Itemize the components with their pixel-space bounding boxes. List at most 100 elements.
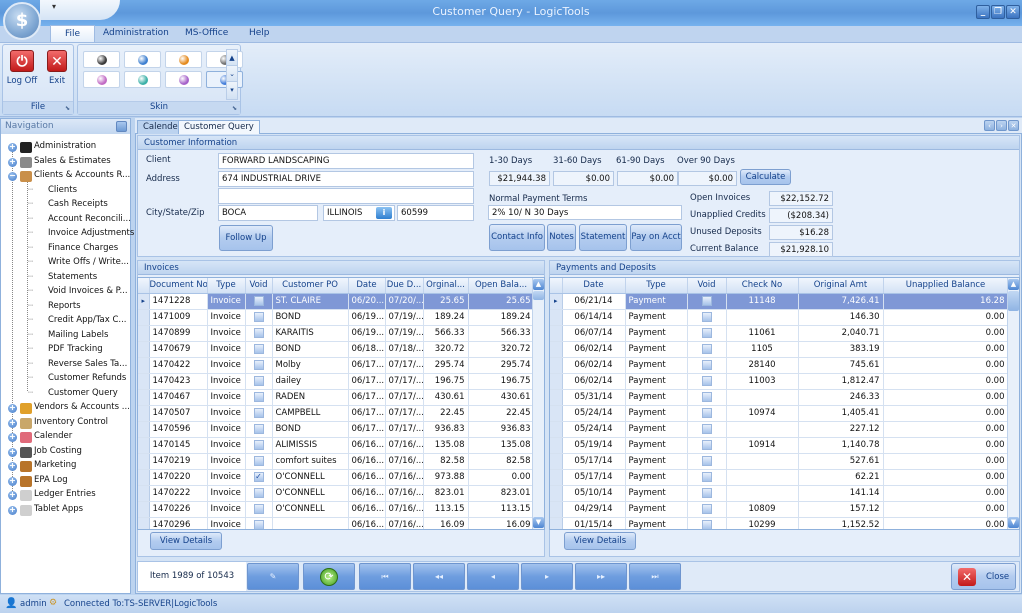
nav-item[interactable]: Job Costing bbox=[34, 446, 82, 456]
nav-item[interactable]: EPA Log bbox=[34, 475, 68, 485]
void-checkbox[interactable] bbox=[701, 455, 712, 466]
void-checkbox[interactable] bbox=[701, 519, 712, 529]
void-checkbox[interactable] bbox=[253, 391, 264, 402]
void-checkbox[interactable] bbox=[253, 439, 264, 450]
previous-button[interactable]: ◂ bbox=[467, 563, 519, 590]
row-selector[interactable] bbox=[138, 437, 150, 454]
column-header[interactable]: Type bbox=[207, 278, 246, 294]
void-checkbox[interactable] bbox=[701, 407, 712, 418]
nav-item[interactable]: Administration bbox=[34, 141, 96, 151]
void-checkbox[interactable] bbox=[253, 375, 264, 386]
column-header[interactable]: Original Amt bbox=[798, 278, 884, 294]
table-row[interactable]: 1470422 Invoice Molby 06/17... 07/17/... 295.… bbox=[138, 357, 535, 374]
close-button[interactable]: ✕ Close bbox=[951, 563, 1016, 590]
row-selector[interactable]: ▸ bbox=[138, 293, 150, 310]
expand-icon[interactable]: + bbox=[8, 476, 17, 486]
row-selector[interactable] bbox=[138, 421, 150, 438]
nav-item[interactable]: Inventory Control bbox=[34, 417, 108, 427]
payments-view-details-button[interactable]: View Details bbox=[564, 532, 636, 550]
table-row[interactable]: 05/24/14 Payment 10974 1,405.41 0.00 bbox=[550, 405, 1009, 422]
dialog-launcher-icon[interactable]: ⬊ bbox=[232, 105, 237, 112]
table-row[interactable]: 1470899 Invoice KARAITIS 06/19... 07/19/... 5… bbox=[138, 325, 535, 342]
ribbon-tab-help[interactable]: Help bbox=[239, 28, 280, 38]
next-button[interactable]: ▸ bbox=[521, 563, 573, 590]
statement-button[interactable]: Statement bbox=[579, 224, 627, 251]
skin-swatch[interactable] bbox=[83, 71, 120, 88]
last-page-button[interactable]: ⏭ bbox=[629, 563, 681, 590]
row-selector[interactable] bbox=[550, 389, 563, 406]
ribbon-tab-ms-office[interactable]: MS-Office bbox=[175, 28, 238, 38]
void-checkbox[interactable] bbox=[701, 359, 712, 370]
close-tab-icon[interactable]: ✕ bbox=[1008, 120, 1019, 131]
void-checkbox[interactable] bbox=[253, 423, 264, 434]
table-row[interactable]: 05/19/14 Payment 10914 1,140.78 0.00 bbox=[550, 437, 1009, 454]
void-checkbox[interactable] bbox=[701, 391, 712, 402]
expand-icon[interactable]: + bbox=[8, 505, 17, 515]
row-selector[interactable] bbox=[138, 501, 150, 518]
minimize-button[interactable]: _ bbox=[976, 5, 990, 19]
city-field[interactable]: BOCA bbox=[218, 205, 318, 221]
table-row[interactable]: 1470219 Invoice comfort suites 06/16... 07/… bbox=[138, 453, 535, 470]
column-header[interactable]: Orginal... bbox=[423, 278, 469, 294]
row-selector[interactable] bbox=[138, 405, 150, 422]
nav-item[interactable]: Finance Charges bbox=[48, 243, 118, 253]
previous-page-button[interactable]: ◂◂ bbox=[413, 563, 465, 590]
void-checkbox[interactable] bbox=[253, 519, 264, 529]
table-row[interactable]: 06/02/14 Payment 11003 1,812.47 0.00 bbox=[550, 373, 1009, 390]
void-checkbox[interactable] bbox=[253, 455, 264, 466]
nav-item[interactable]: Vendors & Accounts ... bbox=[34, 402, 130, 412]
table-row[interactable]: 04/29/14 Payment 10809 157.12 0.00 bbox=[550, 501, 1009, 518]
row-selector[interactable] bbox=[550, 373, 563, 390]
skin-swatch[interactable] bbox=[83, 51, 120, 68]
table-row[interactable]: 1470226 Invoice O'CONNELL 06/16... 07/16/...… bbox=[138, 501, 535, 518]
dialog-launcher-icon[interactable]: ⬊ bbox=[65, 105, 70, 112]
row-selector[interactable] bbox=[138, 469, 150, 486]
row-selector[interactable] bbox=[138, 325, 150, 342]
row-selector[interactable] bbox=[138, 517, 150, 529]
refresh-button[interactable]: ⟳ bbox=[303, 563, 355, 590]
table-row[interactable]: 1470507 Invoice CAMPBELL 06/17... 07/17/... 2… bbox=[138, 405, 535, 422]
invoices-scrollbar[interactable]: ▲ ▼ bbox=[532, 278, 544, 529]
tab-scroll-right-icon[interactable]: › bbox=[996, 120, 1007, 131]
clear-filter-button[interactable]: ✎ bbox=[247, 563, 299, 590]
table-row[interactable]: 05/31/14 Payment 246.33 0.00 bbox=[550, 389, 1009, 406]
table-row[interactable]: ▸ 06/21/14 Payment 11148 7,426.41 16.28 bbox=[550, 293, 1009, 310]
column-header[interactable]: Date bbox=[348, 278, 386, 294]
state-lookup-icon[interactable]: i bbox=[376, 207, 392, 219]
expand-icon[interactable]: + bbox=[8, 491, 17, 500]
row-selector[interactable] bbox=[550, 485, 563, 502]
invoices-view-details-button[interactable]: View Details bbox=[150, 532, 222, 550]
row-selector[interactable] bbox=[550, 469, 563, 486]
row-selector[interactable] bbox=[550, 309, 563, 326]
notes-button[interactable]: Notes bbox=[547, 224, 576, 251]
void-checkbox[interactable] bbox=[253, 359, 264, 370]
void-checkbox[interactable] bbox=[701, 311, 712, 322]
nav-item[interactable]: Clients bbox=[48, 185, 77, 195]
table-row[interactable]: 1470296 Invoice 06/16... 07/16/... 16.09 16.0… bbox=[138, 517, 535, 529]
nav-item[interactable]: Tablet Apps bbox=[34, 504, 83, 514]
next-page-button[interactable]: ▸▸ bbox=[575, 563, 627, 590]
table-row[interactable]: 06/14/14 Payment 146.30 0.00 bbox=[550, 309, 1009, 326]
void-checkbox[interactable] bbox=[701, 295, 712, 306]
void-checkbox[interactable] bbox=[701, 503, 712, 514]
void-checkbox[interactable] bbox=[701, 439, 712, 450]
row-selector[interactable]: ▸ bbox=[550, 293, 563, 310]
nav-item[interactable]: Marketing bbox=[34, 460, 76, 470]
skin-gallery-more[interactable]: ▾ bbox=[226, 81, 238, 100]
expand-icon[interactable]: + bbox=[8, 157, 17, 167]
nav-item[interactable]: Sales & Estimates bbox=[34, 156, 111, 166]
row-selector[interactable] bbox=[138, 309, 150, 326]
void-checkbox[interactable]: ✓ bbox=[253, 471, 264, 482]
table-row[interactable]: 1470467 Invoice RADEN 06/17... 07/17/... 430.… bbox=[138, 389, 535, 406]
address-line1-field[interactable]: 674 INDUSTRIAL DRIVE bbox=[218, 171, 474, 187]
nav-item[interactable]: Ledger Entries bbox=[34, 489, 96, 499]
nav-item[interactable]: Invoice Adjustments bbox=[48, 228, 134, 238]
nav-item[interactable]: Credit App/Tax C... bbox=[48, 315, 127, 325]
contact-info-button[interactable]: Contact Info bbox=[489, 224, 545, 251]
expand-icon[interactable]: + bbox=[8, 447, 17, 457]
column-header[interactable]: Due D... bbox=[385, 278, 424, 294]
nav-item[interactable]: Write Offs / Write... bbox=[48, 257, 129, 267]
restore-button[interactable]: ❐ bbox=[991, 5, 1005, 19]
nav-item[interactable]: Clients & Accounts R... bbox=[34, 170, 130, 180]
app-menu-button[interactable]: $ bbox=[3, 2, 41, 40]
